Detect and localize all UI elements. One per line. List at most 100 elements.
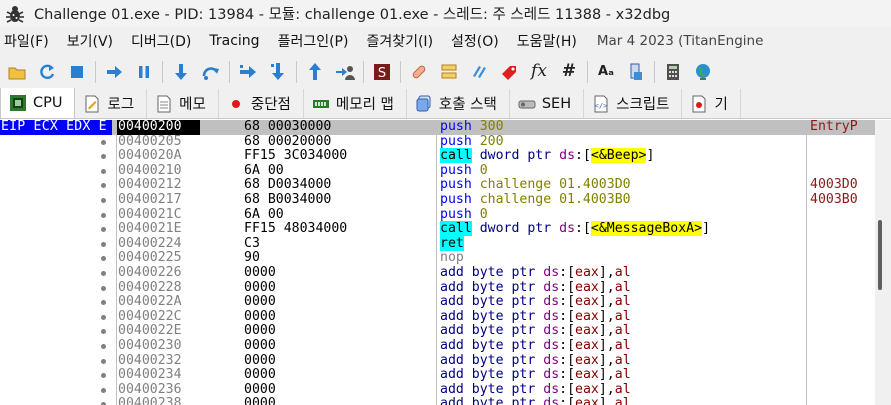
register-marker: [0, 310, 112, 325]
instruction-cell: push 200: [440, 134, 806, 150]
disasm-row[interactable]: 0040020A FF15 3C034000 call dword ptr ds:[…: [0, 148, 891, 164]
disasm-row[interactable]: EIP ECX EDX E 00400200 68 00030000 push 300…: [0, 120, 891, 135]
menu-plugins[interactable]: 플러그인(P): [272, 31, 361, 51]
label-icon[interactable]: [499, 61, 520, 82]
breakpoint-dot[interactable]: [101, 241, 106, 247]
operand: eax: [575, 265, 599, 280]
address-cell: 0040022A: [118, 294, 182, 310]
disasm-row[interactable]: 00400224 C3 ret: [0, 235, 891, 252]
menu-help[interactable]: 도움말(H): [511, 31, 589, 51]
tab-log[interactable]: 로그: [75, 89, 148, 118]
disasm-row[interactable]: 0040022C 0000 add byte ptr ds:[eax],al: [0, 309, 891, 325]
disasm-row[interactable]: 00400228 0000 add byte ptr ds:[eax],al: [0, 280, 891, 296]
comment-icon[interactable]: [439, 61, 460, 82]
breakpoint-dot[interactable]: [101, 198, 106, 203]
tab-seh[interactable]: SEH: [510, 89, 585, 118]
bookmark-icon[interactable]: [469, 61, 490, 82]
bytes-cell: 0000: [244, 294, 276, 310]
operand: ],: [598, 396, 615, 405]
tab-notes[interactable]: 메모: [147, 89, 219, 118]
operand: eax: [575, 396, 599, 405]
step-over-icon[interactable]: [201, 61, 222, 82]
bytes-cell: 90: [244, 250, 260, 266]
font-size-icon[interactable]: Aₐ: [596, 61, 617, 82]
operand: 0: [479, 162, 488, 178]
disassembly-view[interactable]: EIP ECX EDX E 00400200 68 00030000 push 300…: [0, 120, 891, 405]
bytes-cell: 0000: [244, 396, 276, 405]
scrollbar-thumb[interactable]: [878, 220, 882, 290]
tab-memory-map[interactable]: 메모리 맵: [304, 89, 407, 118]
svg-text:</>: </>: [595, 102, 608, 110]
menu-tracing[interactable]: Tracing: [203, 33, 271, 49]
pause-icon[interactable]: [134, 61, 155, 82]
disasm-row[interactable]: 00400236 0000 add byte ptr ds:[eax],al: [0, 381, 891, 398]
operand: ds: [543, 381, 560, 397]
disasm-row[interactable]: 0040022E 0000 add byte ptr ds:[eax],al: [0, 324, 891, 339]
disasm-row[interactable]: 00400210 6A 00 push 0: [0, 162, 891, 179]
breakpoint-dot[interactable]: [101, 344, 106, 349]
tab-symbols[interactable]: 기: [682, 89, 741, 118]
trace-over-icon[interactable]: [268, 61, 289, 82]
trace-into-icon[interactable]: [238, 61, 259, 82]
disasm-row[interactable]: 00400232 0000 add byte ptr ds:[eax],al: [0, 352, 891, 369]
operand: byte ptr: [471, 396, 544, 405]
disasm-row[interactable]: 00400234 0000 add byte ptr ds:[eax],al: [0, 367, 891, 383]
run-icon[interactable]: [104, 61, 125, 82]
operand: byte ptr: [471, 367, 544, 383]
column-divider: [116, 120, 117, 405]
tab-cpu[interactable]: CPU: [0, 88, 76, 118]
menu-debug[interactable]: 디버그(D): [125, 31, 203, 51]
operand: byte ptr: [471, 352, 544, 368]
execute-till-return-icon[interactable]: [305, 61, 326, 82]
function-icon[interactable]: fx: [529, 61, 550, 82]
mnemonic: add: [440, 352, 464, 368]
bytes-cell: C3: [244, 235, 260, 251]
hash-icon[interactable]: #: [559, 61, 580, 82]
run-to-user-code-icon[interactable]: [335, 61, 356, 82]
menu-file[interactable]: 파일(F): [0, 31, 61, 51]
operand: ds: [543, 294, 560, 310]
register-marker: [0, 164, 112, 179]
breakpoint-dot[interactable]: [101, 314, 106, 320]
disasm-row[interactable]: 00400225 90 nop: [0, 251, 891, 266]
open-folder-icon[interactable]: [7, 61, 28, 82]
breakpoint-dot[interactable]: [101, 271, 106, 276]
disasm-row[interactable]: 00400205 68 00020000 push 200: [0, 134, 891, 150]
restart-icon[interactable]: [37, 61, 58, 82]
x32dbg-bug-icon: [6, 5, 24, 23]
tab-call-stack[interactable]: 호출 스택: [407, 89, 510, 118]
menu-view[interactable]: 보기(V): [61, 31, 125, 51]
disasm-row[interactable]: 00400230 0000 add byte ptr ds:[eax],al: [0, 338, 891, 354]
breakpoint-dot[interactable]: [101, 212, 106, 218]
toolbar-separator: [654, 60, 655, 83]
breakpoint-dot[interactable]: [101, 139, 106, 145]
register-marker: [0, 222, 112, 237]
menu-favourites[interactable]: 즐겨찾기(I): [360, 31, 445, 51]
breakpoint-dot[interactable]: [101, 387, 106, 393]
disasm-row[interactable]: 00400212 68 D0034000 push challenge 01.400…: [0, 178, 891, 193]
operand: eax: [575, 294, 599, 310]
instruction-cell: add byte ptr ds:[eax],al: [440, 367, 806, 383]
globe-icon[interactable]: [693, 61, 714, 82]
patch-icon[interactable]: [409, 61, 430, 82]
disasm-row[interactable]: 0040021E FF15 48034000 call dword ptr ds:[…: [0, 221, 891, 237]
instruction-cell: add byte ptr ds:[eax],al: [440, 265, 806, 281]
disasm-row[interactable]: 00400238 0000 add byte ptr ds:[eax],al: [0, 397, 891, 405]
stop-icon[interactable]: [67, 61, 88, 82]
memory-map-icon[interactable]: [626, 61, 647, 82]
scylla-icon[interactable]: S: [372, 61, 393, 82]
disasm-row[interactable]: 00400226 0000 add byte ptr ds:[eax],al: [0, 265, 891, 281]
tab-breakpoints[interactable]: 중단점: [219, 89, 304, 118]
disasm-row[interactable]: 0040021C 6A 00 push 0: [0, 207, 891, 223]
call-stack-icon: [415, 95, 433, 113]
disasm-row[interactable]: 0040022A 0000 add byte ptr ds:[eax],al: [0, 294, 891, 310]
breakpoint-dot[interactable]: [101, 285, 106, 291]
calculator-icon[interactable]: [663, 61, 684, 82]
menu-options[interactable]: 설정(O): [445, 31, 511, 51]
tab-script[interactable]: </> 스크립트: [584, 89, 683, 118]
breakpoint-dot[interactable]: [101, 358, 106, 364]
disasm-row[interactable]: 00400217 68 B0034000 push challenge 01.400…: [0, 192, 891, 208]
breakpoint-dot[interactable]: [101, 168, 106, 174]
step-into-icon[interactable]: [171, 61, 192, 82]
toolbar-separator: [229, 60, 230, 83]
